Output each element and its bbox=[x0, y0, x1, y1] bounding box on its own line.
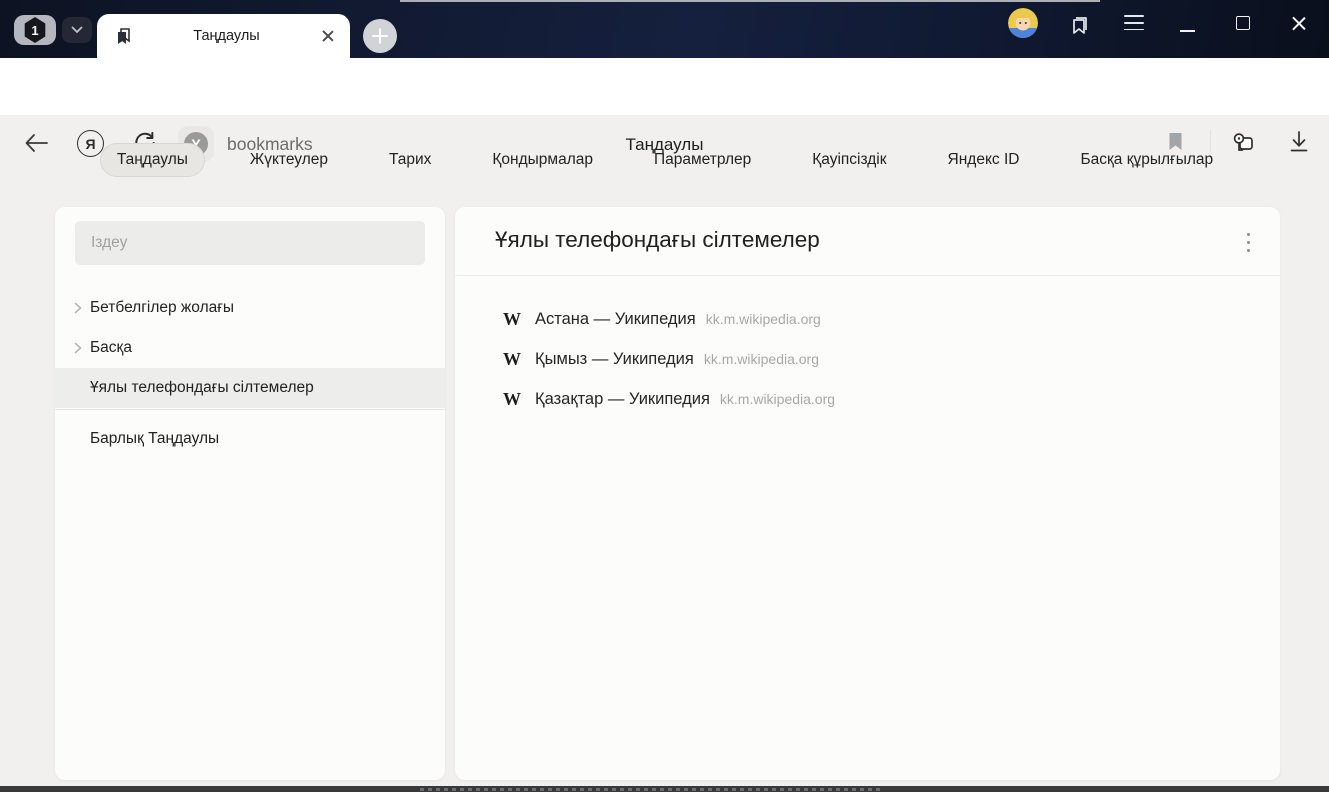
bookmarks-icon bbox=[115, 27, 133, 45]
chevron-right-icon bbox=[74, 302, 82, 314]
wikipedia-favicon-icon: W bbox=[501, 349, 523, 370]
bookmark-url: kk.m.wikipedia.org bbox=[704, 351, 819, 367]
nav-tab-yandex-id[interactable]: Яндекс ID bbox=[932, 144, 1036, 176]
tab-close-icon[interactable] bbox=[320, 28, 336, 44]
sidebar-item-mobile-links[interactable]: Ұялы телефондағы сілтемелер bbox=[55, 368, 445, 408]
chevron-right-icon bbox=[74, 342, 82, 354]
panels-bookmark-icon bbox=[1066, 12, 1092, 38]
nav-tab-downloads[interactable]: Жүктеулер bbox=[234, 144, 344, 176]
sidebar-divider bbox=[55, 409, 445, 410]
nav-tab-security[interactable]: Қауіпсіздік bbox=[796, 144, 902, 176]
wikipedia-favicon-icon: W bbox=[501, 389, 523, 410]
settings-nav: Таңдаулы Жүктеулер Тарих Қондырмалар Пар… bbox=[0, 141, 1329, 179]
sidebar-item-other[interactable]: Басқа bbox=[55, 328, 445, 368]
header-divider bbox=[455, 275, 1280, 276]
new-tab-button[interactable] bbox=[363, 19, 397, 53]
browser-tab-bookmarks[interactable]: Таңдаулы bbox=[97, 14, 350, 58]
sidebar-item-label: Бетбелгілер жолағы bbox=[90, 299, 234, 317]
sidebar-item-label: Ұялы телефондағы сілтемелер bbox=[90, 379, 314, 397]
tab-list-chevron-button[interactable] bbox=[62, 17, 92, 43]
wikipedia-favicon-icon: W bbox=[501, 309, 523, 330]
bookmark-title: Қымыз — Уикипедия bbox=[535, 350, 694, 369]
bookmark-url: kk.m.wikipedia.org bbox=[720, 391, 835, 407]
search-input[interactable] bbox=[75, 221, 425, 265]
nav-tab-extensions[interactable]: Қондырмалар bbox=[476, 144, 609, 176]
tab-count-badge: 1 bbox=[23, 17, 47, 43]
sidebar-item-all-bookmarks[interactable]: Барлық Таңдаулы bbox=[55, 419, 445, 459]
chevron-down-icon bbox=[71, 26, 83, 34]
nav-tab-bookmarks[interactable]: Таңдаулы bbox=[100, 143, 205, 177]
address-bar: Я Y bookmarks Таңдаулы bbox=[0, 58, 1329, 115]
bookmarks-sidebar: Бетбелгілер жолағы Басқа Ұялы телефондағ… bbox=[55, 207, 445, 780]
tab-counter-button[interactable]: 1 bbox=[14, 15, 56, 45]
nav-tab-settings[interactable]: Параметрлер bbox=[638, 144, 767, 176]
bookmarks-main-panel: Ұялы телефондағы сілтемелер W Астана — У… bbox=[455, 207, 1280, 780]
sidebar-item-label: Басқа bbox=[90, 339, 132, 357]
browser-menu-button[interactable] bbox=[1124, 15, 1144, 31]
bookmark-row-kazakhtar[interactable]: W Қазақтар — Уикипедия kk.m.wikipedia.or… bbox=[455, 379, 1280, 419]
taskbar-edge-dashes bbox=[420, 788, 880, 791]
bookmark-list: W Астана — Уикипедия kk.m.wikipedia.org … bbox=[455, 299, 1280, 419]
bookmark-row-astana[interactable]: W Астана — Уикипедия kk.m.wikipedia.org bbox=[455, 299, 1280, 339]
nav-tab-other-devices[interactable]: Басқа құрылғылар bbox=[1064, 144, 1229, 176]
window-minimize-button[interactable] bbox=[1180, 30, 1195, 32]
bookmark-title: Қазақтар — Уикипедия bbox=[535, 390, 710, 409]
sidebar-item-bookmarks-bar[interactable]: Бетбелгілер жолағы bbox=[55, 288, 445, 328]
tab-count: 1 bbox=[31, 23, 38, 38]
profile-avatar[interactable] bbox=[1008, 8, 1038, 38]
bookmark-row-kymyz[interactable]: W Қымыз — Уикипедия kk.m.wikipedia.org bbox=[455, 339, 1280, 379]
taskbar-edge bbox=[0, 786, 1329, 792]
bookmark-title: Астана — Уикипедия bbox=[535, 310, 696, 329]
folder-header: Ұялы телефондағы сілтемелер bbox=[455, 207, 1280, 275]
background-window-edge bbox=[400, 0, 1100, 2]
folder-title: Ұялы телефондағы сілтемелер bbox=[495, 227, 820, 253]
bookmark-url: kk.m.wikipedia.org bbox=[706, 311, 821, 327]
side-panel-button[interactable] bbox=[1066, 12, 1092, 38]
avatar-image bbox=[1008, 8, 1038, 38]
window-close-button[interactable] bbox=[1290, 15, 1307, 32]
window-maximize-button[interactable] bbox=[1236, 16, 1250, 30]
nav-tab-history[interactable]: Тарих bbox=[373, 144, 447, 176]
tab-title: Таңдаулы bbox=[133, 28, 320, 44]
window-titlebar: 1 Таңдаулы bbox=[0, 0, 1329, 58]
folder-menu-button[interactable] bbox=[1237, 231, 1261, 255]
sidebar-item-label: Барлық Таңдаулы bbox=[90, 430, 219, 448]
